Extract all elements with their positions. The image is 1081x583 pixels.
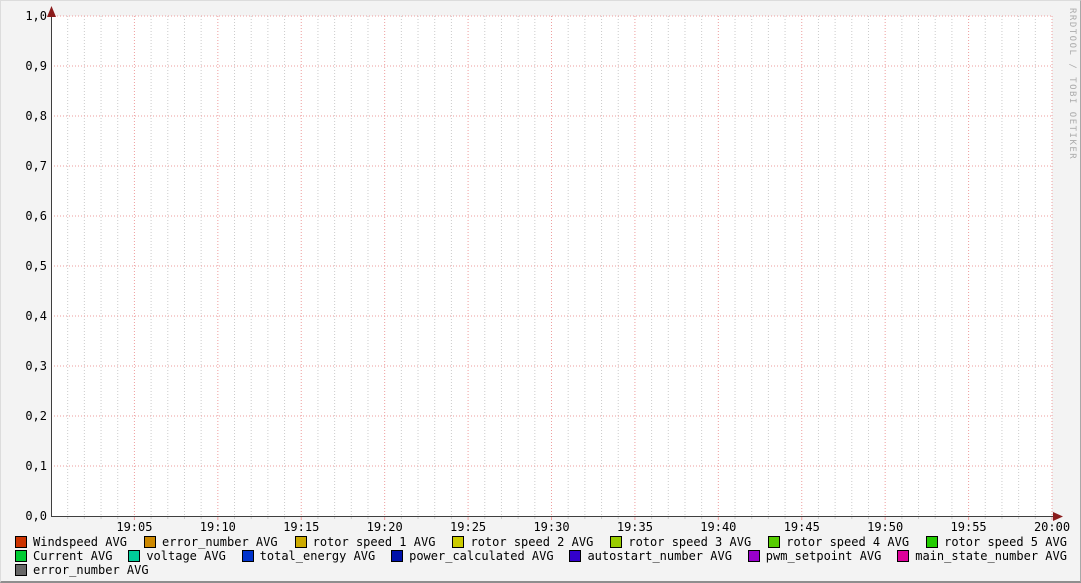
y-axis-tick-label: 0,0 — [25, 509, 47, 523]
plot-area — [47, 6, 1063, 521]
legend-item: pwm_setpoint AVG — [747, 549, 882, 563]
legend-label: voltage AVG — [146, 549, 226, 563]
legend-item: Current AVG — [15, 549, 112, 563]
legend-item: power_calculated AVG — [391, 549, 554, 563]
y-axis-tick-label: 0,2 — [25, 409, 47, 423]
legend-swatch-icon — [15, 564, 27, 576]
x-axis-tick-label: 19:55 — [950, 520, 987, 534]
y-axis-tick-label: 0,3 — [25, 359, 47, 373]
legend-item: voltage AVG — [128, 549, 226, 563]
x-axis-tick-label: 19:15 — [283, 520, 320, 534]
legend-label: rotor speed 5 AVG — [944, 535, 1067, 549]
x-axis-tick-label: 19:40 — [700, 520, 737, 534]
legend-item: total_energy AVG — [241, 549, 376, 563]
legend-swatch-icon — [15, 550, 27, 562]
legend-swatch-icon — [926, 536, 939, 548]
legend-swatch-icon — [610, 536, 623, 548]
legend-item: autostart_number AVG — [569, 549, 732, 563]
legend-swatch-icon — [452, 536, 465, 548]
y-axis-arrow-icon — [47, 6, 56, 17]
legend-swatch-icon — [897, 550, 910, 562]
x-axis-tick-label: 19:35 — [616, 520, 653, 534]
legend-swatch-icon — [128, 550, 141, 562]
legend-swatch-icon — [747, 550, 760, 562]
y-axis-tick-label: 0,5 — [25, 259, 47, 273]
legend-label: Current AVG — [33, 549, 113, 563]
legend-row: Current AVG voltage AVG total_energy AVG po… — [1, 549, 1080, 563]
legend-label: error_number AVG — [33, 563, 149, 577]
legend-label: error_number AVG — [161, 535, 278, 549]
rrd-graph: 0,0 0,1 0,2 0,3 0,4 0,5 0,6 0,7 0,8 0,9 1,0 19:05 19… — [0, 0, 1081, 583]
y-axis-tick-label: 0,8 — [25, 109, 47, 123]
x-axis-tick-label: 19:05 — [116, 520, 153, 534]
legend-swatch-icon — [569, 550, 582, 562]
y-axis-tick-label: 1,0 — [25, 9, 47, 23]
legend-item: rotor speed 1 AVG — [294, 535, 436, 549]
y-axis-tick-label: 0,1 — [25, 459, 47, 473]
legend-item: rotor speed 2 AVG — [452, 535, 593, 549]
legend-swatch-icon — [294, 536, 307, 548]
x-axis-tick-label: 19:50 — [867, 520, 904, 534]
legend-label: total_energy AVG — [259, 549, 376, 563]
x-axis-tick-label: 19:30 — [533, 520, 570, 534]
legend-item: rotor speed 5 AVG — [926, 535, 1067, 549]
legend-row: Windspeed AVG error_number AVG rotor speed… — [1, 535, 1080, 549]
legend-label: rotor speed 1 AVG — [312, 535, 436, 549]
legend-swatch-icon — [391, 550, 404, 562]
y-axis-tick-label: 0,7 — [25, 159, 47, 173]
x-axis-tick-label: 19:25 — [450, 520, 487, 534]
legend-label: power_calculated AVG — [409, 549, 554, 563]
legend-label: autostart_number AVG — [587, 549, 732, 563]
legend-item: main_state_number AVG — [897, 549, 1067, 563]
x-axis-tick-label: 19:20 — [366, 520, 403, 534]
legend-item: rotor speed 4 AVG — [768, 535, 909, 549]
legend-item: error_number AVG — [15, 563, 149, 577]
legend-swatch-icon — [241, 550, 254, 562]
y-axis-tick-label: 0,4 — [25, 309, 47, 323]
legend-label: Windspeed AVG — [33, 535, 127, 549]
legend-item: rotor speed 3 AVG — [610, 535, 751, 549]
rrdtool-watermark: RRDTOOL / TOBI OETIKER — [1067, 8, 1077, 161]
legend-label: rotor speed 3 AVG — [628, 535, 752, 549]
legend-label: pwm_setpoint AVG — [765, 549, 882, 563]
legend-swatch-icon — [143, 536, 156, 548]
legend-swatch-icon — [15, 536, 27, 548]
legend-row: error_number AVG — [1, 563, 1080, 577]
y-axis-tick-label: 0,6 — [25, 209, 47, 223]
legend-label: rotor speed 2 AVG — [470, 535, 594, 549]
y-axis-tick-label: 0,9 — [25, 59, 47, 73]
legend-label: rotor speed 4 AVG — [786, 535, 910, 549]
x-axis-tick-label: 19:45 — [783, 520, 820, 534]
legend-label: main_state_number AVG — [915, 549, 1067, 563]
legend-item: error_number AVG — [143, 535, 278, 549]
x-axis-tick-label: 20:00 — [1033, 520, 1071, 534]
x-axis-tick-label: 19:10 — [199, 520, 236, 534]
legend-item: Windspeed AVG — [15, 535, 127, 549]
legend-swatch-icon — [768, 536, 781, 548]
